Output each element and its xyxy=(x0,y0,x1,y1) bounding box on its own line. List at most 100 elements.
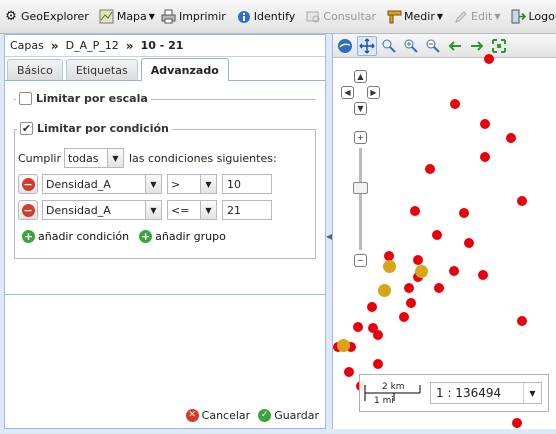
condition-operator-select[interactable]: > ▼ xyxy=(167,174,217,194)
chevron-down-icon[interactable]: ▼ xyxy=(107,149,123,167)
dropdown-arrow-icon: ▼ xyxy=(148,12,155,21)
zoom-box-icon[interactable] xyxy=(379,36,399,56)
print-button[interactable]: Imprimir xyxy=(158,5,229,29)
condition-operator-value: <= xyxy=(171,203,190,217)
edit-label: Edit xyxy=(471,10,493,23)
map-feature[interactable] xyxy=(480,119,490,129)
pan-right-button[interactable]: ▶ xyxy=(367,86,380,99)
condition-operator-select[interactable]: <= ▼ xyxy=(167,200,217,220)
map-feature[interactable] xyxy=(506,133,516,143)
map-menu-button[interactable]: Mapa ▼ xyxy=(96,5,158,29)
match-suffix: las condiciones siguientes: xyxy=(129,151,277,165)
map-feature[interactable] xyxy=(353,322,363,332)
pan-icon[interactable] xyxy=(357,35,377,56)
map-feature[interactable] xyxy=(432,230,442,240)
map-feature[interactable] xyxy=(406,298,416,308)
match-mode-value: todas xyxy=(68,151,99,165)
zoom-out-icon[interactable] xyxy=(423,36,443,56)
cancel-button[interactable]: ✕ Cancelar xyxy=(185,408,251,422)
chevron-down-icon[interactable]: ▼ xyxy=(145,175,161,193)
map-feature[interactable] xyxy=(517,196,527,206)
condition-field-select[interactable]: Densidad_A ▼ xyxy=(42,200,162,220)
edit-menu-button[interactable]: Edit ▼ xyxy=(450,5,503,29)
dialog-footer: ✕ Cancelar ✓ Guardar xyxy=(5,402,325,428)
add-group-link[interactable]: + añadir grupo xyxy=(139,230,226,243)
condition-value-input[interactable]: 10 xyxy=(222,174,272,194)
map-feature[interactable] xyxy=(480,152,490,162)
save-button[interactable]: ✓ Guardar xyxy=(258,408,319,422)
map-feature[interactable] xyxy=(367,302,377,312)
chevron-down-icon[interactable]: ▼ xyxy=(200,201,216,219)
condition-field-select[interactable]: Densidad_A ▼ xyxy=(42,174,162,194)
map-feature[interactable] xyxy=(450,99,460,109)
scale-fieldset: Limitar por escala xyxy=(14,92,316,105)
condition-legend: ✔ Limitar por condición xyxy=(17,122,172,135)
condition-row: − Densidad_A ▼ > ▼ 10 xyxy=(18,174,272,194)
map-feature[interactable] xyxy=(399,312,409,322)
pan-left-button[interactable]: ◀ xyxy=(341,86,354,99)
advanced-tab-content: Limitar por escala ✔ Limitar por condici… xyxy=(5,83,325,295)
zoom-slider-thumb[interactable] xyxy=(353,182,368,194)
map-menu-label: Mapa xyxy=(116,10,147,23)
map-feature[interactable] xyxy=(404,283,414,293)
remove-condition-button[interactable]: − xyxy=(18,174,38,194)
tab-etiquetas[interactable]: Etiquetas xyxy=(65,59,138,80)
match-mode-select[interactable]: todas ▼ xyxy=(64,148,124,168)
add-condition-link[interactable]: + añadir condición xyxy=(22,230,129,243)
identify-button[interactable]: Identify xyxy=(233,5,299,29)
measure-menu-button[interactable]: Medir ▼ xyxy=(383,5,446,29)
map-feature[interactable] xyxy=(478,270,488,280)
query-button[interactable]: Consultar xyxy=(302,5,379,29)
geoexplorer-menu[interactable]: ⚙ GeoExplorer xyxy=(0,5,92,29)
zoom-in-icon[interactable] xyxy=(401,36,421,56)
logout-button[interactable]: Logout, ar xyxy=(507,5,556,29)
forward-arrow-icon[interactable] xyxy=(467,36,487,56)
map-panel[interactable]: ▲ ◀ ▶ ▼ + − 2 km 1 mi 1 : 136494 ▼ xyxy=(332,34,556,429)
remove-condition-button[interactable]: − xyxy=(18,200,38,220)
globe-icon[interactable] xyxy=(335,36,355,56)
breadcrumb-layers[interactable]: Capas xyxy=(10,39,44,52)
pan-up-button[interactable]: ▲ xyxy=(354,70,367,83)
map-feature[interactable] xyxy=(484,54,494,64)
map-feature[interactable] xyxy=(413,255,423,265)
zoom-slider-track[interactable] xyxy=(359,148,362,250)
map-feature[interactable] xyxy=(373,359,383,369)
map-feature[interactable] xyxy=(449,266,459,276)
check-mark-icon: ✔ xyxy=(21,122,32,135)
tab-basico[interactable]: Básico xyxy=(7,59,63,80)
chevron-down-icon[interactable]: ▼ xyxy=(523,383,541,403)
map-feature[interactable] xyxy=(517,316,527,326)
zoom-out-button[interactable]: − xyxy=(354,254,367,267)
map-feature[interactable] xyxy=(434,283,444,293)
dropdown-arrow-icon: ▼ xyxy=(436,12,444,21)
map-feature[interactable] xyxy=(373,330,383,340)
pan-down-button[interactable]: ▼ xyxy=(354,102,367,115)
pencil-icon xyxy=(453,9,469,25)
map-feature[interactable] xyxy=(410,206,420,216)
condition-field-value: Densidad_A xyxy=(46,177,111,191)
chevron-down-icon[interactable]: ▼ xyxy=(145,201,161,219)
selected-map-feature[interactable] xyxy=(378,284,391,297)
tab-advanzado[interactable]: Advanzado xyxy=(140,58,229,81)
selected-map-feature[interactable] xyxy=(337,339,350,352)
map-feature[interactable] xyxy=(344,367,354,377)
selected-map-feature[interactable] xyxy=(415,265,428,278)
back-arrow-icon[interactable] xyxy=(445,36,465,56)
chevron-down-icon[interactable]: ▼ xyxy=(200,175,216,193)
limit-condition-checkbox[interactable]: ✔ xyxy=(20,122,33,135)
add-links-row: + añadir condición + añadir grupo xyxy=(22,230,226,243)
cancel-label: Cancelar xyxy=(201,408,251,422)
breadcrumb-layer[interactable]: D_A_P_12 xyxy=(66,39,119,52)
limit-scale-checkbox[interactable] xyxy=(19,92,32,105)
map-feature[interactable] xyxy=(459,208,469,218)
scale-select[interactable]: 1 : 136494 ▼ xyxy=(430,382,542,404)
selected-map-feature[interactable] xyxy=(383,260,396,273)
limit-scale-label: Limitar por escala xyxy=(36,92,148,105)
condition-value-input[interactable]: 21 xyxy=(222,200,272,220)
max-extent-icon[interactable] xyxy=(489,36,509,56)
zoom-in-button[interactable]: + xyxy=(354,131,367,144)
map-feature[interactable] xyxy=(425,164,435,174)
map-feature[interactable] xyxy=(512,418,522,428)
logout-label: Logout, ar xyxy=(528,10,556,23)
map-feature[interactable] xyxy=(464,238,474,248)
